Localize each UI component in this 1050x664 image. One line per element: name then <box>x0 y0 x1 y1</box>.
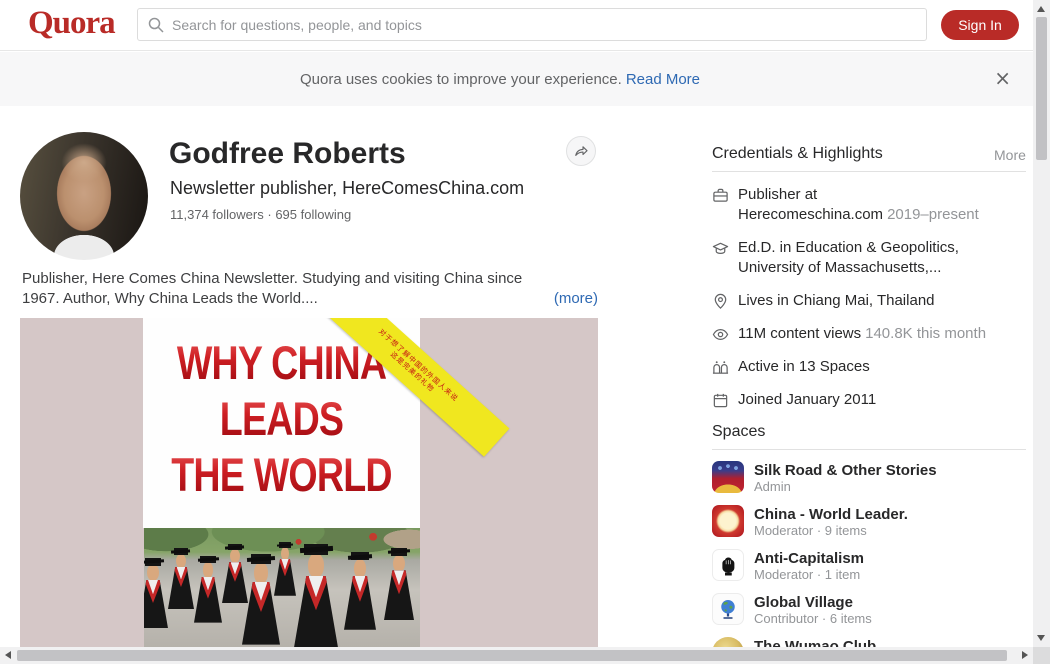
scroll-down-arrow[interactable] <box>1037 635 1045 641</box>
scroll-up-arrow[interactable] <box>1037 6 1045 12</box>
cookie-banner: Quora uses cookies to improve your exper… <box>0 52 1033 106</box>
spaces-list: Silk Road & Other Stories Admin China - … <box>712 461 1026 647</box>
bio-line-1: Publisher, Here Comes China Newsletter. … <box>22 269 598 289</box>
child-figure <box>144 558 168 634</box>
eye-icon <box>712 326 729 343</box>
space-item-anti-capitalism[interactable]: Anti-Capitalism Moderator · 1 item <box>712 549 1026 583</box>
china-world-leader-space-avatar <box>712 505 744 537</box>
scroll-right-arrow[interactable] <box>1022 651 1028 659</box>
top-navbar: Quora Sign In <box>0 0 1033 51</box>
child-figure <box>344 552 376 636</box>
vertical-scrollbar-thumb[interactable] <box>1036 17 1047 160</box>
spaces-heading: Spaces <box>712 423 765 441</box>
bio-line-2: 1967. Author, Why China Leads the World.… <box>22 289 318 309</box>
briefcase-icon <box>712 187 729 204</box>
horizontal-scrollbar[interactable] <box>0 647 1033 664</box>
follow-stats: 11,374 followers · 695 following <box>170 207 351 222</box>
scrollbar-corner <box>1033 647 1050 664</box>
divider <box>712 449 1026 450</box>
silk-road-space-avatar <box>712 461 744 493</box>
read-more-link[interactable]: Read More <box>626 71 700 88</box>
following-count[interactable]: 695 following <box>275 207 351 222</box>
profile-avatar[interactable] <box>20 132 148 260</box>
profile-headline: Newsletter publisher, HereComesChina.com <box>170 178 524 199</box>
child-figure <box>384 548 414 626</box>
globe-icon <box>716 597 740 621</box>
space-item-global-village[interactable]: Global Village Contributor · 6 items <box>712 593 1026 627</box>
credentials-list: Publisher at Herecomeschina.com2019–pres… <box>712 179 1026 417</box>
global-village-space-avatar <box>712 593 744 625</box>
anti-capitalism-space-avatar <box>712 549 744 581</box>
vertical-scrollbar[interactable] <box>1033 0 1050 647</box>
credential-education: Ed.D. in Education & Geopolitics, Univer… <box>712 232 1026 285</box>
credential-employment: Publisher at Herecomeschina.com2019–pres… <box>712 179 1026 232</box>
close-icon[interactable]: × <box>994 67 1011 89</box>
credential-location: Lives in Chiang Mai, Thailand <box>712 285 1026 318</box>
children-photo <box>144 528 420 647</box>
share-profile-button[interactable] <box>566 136 596 166</box>
child-figure <box>274 542 296 600</box>
book-cover-image[interactable]: WHY CHINA LEADS THE WORLD 对于想了解中国的外国人来说 … <box>20 318 598 647</box>
search-input[interactable] <box>172 17 892 33</box>
followers-count[interactable]: 11,374 followers <box>170 207 264 222</box>
space-item-silk-road[interactable]: Silk Road & Other Stories Admin <box>712 461 1026 495</box>
scroll-left-arrow[interactable] <box>5 651 11 659</box>
more-link[interactable]: (more) <box>554 289 598 309</box>
calendar-icon <box>712 392 729 409</box>
cookie-message: Quora uses cookies to improve your exper… <box>0 71 1000 88</box>
credential-views: 11M content views140.8K this month <box>712 318 1026 351</box>
share-arrow-icon <box>573 143 589 159</box>
credential-spaces: Active in 13 Spaces <box>712 351 1026 384</box>
credentials-heading: Credentials & Highlights <box>712 145 883 163</box>
search-icon <box>148 17 164 33</box>
profile-name: Godfree Roberts <box>169 137 406 171</box>
quora-logo[interactable]: Quora <box>28 5 115 42</box>
location-pin-icon <box>712 293 729 310</box>
wumao-club-space-avatar <box>712 637 744 647</box>
credentials-more-link[interactable]: More <box>994 147 1026 163</box>
space-item-china-world-leader[interactable]: China - World Leader. Moderator · 9 item… <box>712 505 1026 539</box>
horizontal-scrollbar-thumb[interactable] <box>17 650 1007 661</box>
profile-bio: Publisher, Here Comes China Newsletter. … <box>22 269 598 309</box>
sign-in-button[interactable]: Sign In <box>941 10 1019 40</box>
divider <box>712 171 1026 172</box>
search-bar[interactable] <box>137 8 927 41</box>
child-figure <box>294 544 338 647</box>
child-figure <box>168 548 194 614</box>
graduation-cap-icon <box>712 240 729 257</box>
child-figure <box>194 556 222 628</box>
spaces-icon <box>712 359 729 376</box>
space-item-wumao-club[interactable]: The Wumao Club <box>712 637 1026 647</box>
credential-joined: Joined January 2011 <box>712 384 1026 417</box>
quora-profile-page: Quora Sign In Quora uses cookies to impr… <box>0 0 1033 647</box>
raised-fist-icon <box>716 553 740 577</box>
